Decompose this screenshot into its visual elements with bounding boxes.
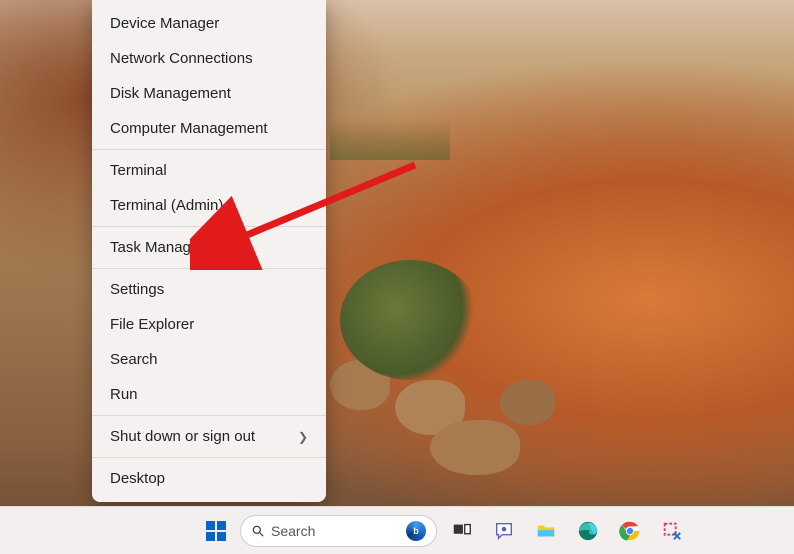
menu-separator [92,226,326,227]
bing-icon: b [406,521,426,541]
menu-item-label: Desktop [110,470,165,487]
taskbar-search-placeholder: Search [271,523,400,539]
menu-item-label: Disk Management [110,85,231,102]
edge-button[interactable] [571,514,605,548]
start-button[interactable] [200,515,232,547]
menu-item-label: Search [110,351,158,368]
task-view-icon [451,520,473,542]
menu-item-label: Network Connections [110,50,253,67]
menu-item-network-connections[interactable]: Network Connections [92,41,326,76]
wallpaper-decor [500,380,555,425]
windows-logo-icon [206,521,226,541]
menu-separator [92,268,326,269]
menu-item-label: Terminal [110,162,167,179]
snipping-tool-button[interactable] [655,514,689,548]
chat-button[interactable] [487,514,521,548]
menu-item-disk-management[interactable]: Disk Management [92,76,326,111]
menu-item-device-manager[interactable]: Device Manager [92,6,326,41]
menu-separator [92,457,326,458]
menu-item-label: Device Manager [110,15,219,32]
edge-icon [577,520,599,542]
menu-item-shut-down-or-sign-out[interactable]: Shut down or sign out ❯ [92,419,326,454]
menu-item-search[interactable]: Search [92,342,326,377]
menu-item-file-explorer[interactable]: File Explorer [92,307,326,342]
winx-context-menu: Device Manager Network Connections Disk Ma… [92,0,326,502]
taskbar-search[interactable]: Search b [240,515,437,547]
menu-separator [92,415,326,416]
menu-separator [92,149,326,150]
taskbar: Search b [0,506,794,554]
menu-item-run[interactable]: Run [92,377,326,412]
menu-item-terminal-admin-[interactable]: Terminal (Admin) [92,188,326,223]
menu-item-desktop[interactable]: Desktop [92,461,326,496]
menu-item-label: File Explorer [110,316,194,333]
menu-item-label: Run [110,386,138,403]
snipping-tool-icon [661,520,683,542]
menu-item-label: Shut down or sign out [110,428,255,445]
folder-icon [535,520,557,542]
wallpaper-decor [330,120,450,160]
wallpaper-decor [340,260,480,380]
search-icon [251,524,265,538]
menu-item-label: Computer Management [110,120,268,137]
chrome-button[interactable] [613,514,647,548]
menu-item-label: Terminal (Admin) [110,197,223,214]
menu-item-task-manager[interactable]: Task Manager [92,230,326,265]
menu-item-computer-management[interactable]: Computer Management [92,111,326,146]
wallpaper-decor [430,420,520,475]
menu-item-label: Settings [110,281,164,298]
chat-icon [493,520,515,542]
menu-item-settings[interactable]: Settings [92,272,326,307]
menu-item-label: Task Manager [110,239,204,256]
menu-item-terminal[interactable]: Terminal [92,153,326,188]
file-explorer-button[interactable] [529,514,563,548]
chrome-icon [619,520,641,542]
chevron-right-icon: ❯ [298,430,308,444]
task-view-button[interactable] [445,514,479,548]
